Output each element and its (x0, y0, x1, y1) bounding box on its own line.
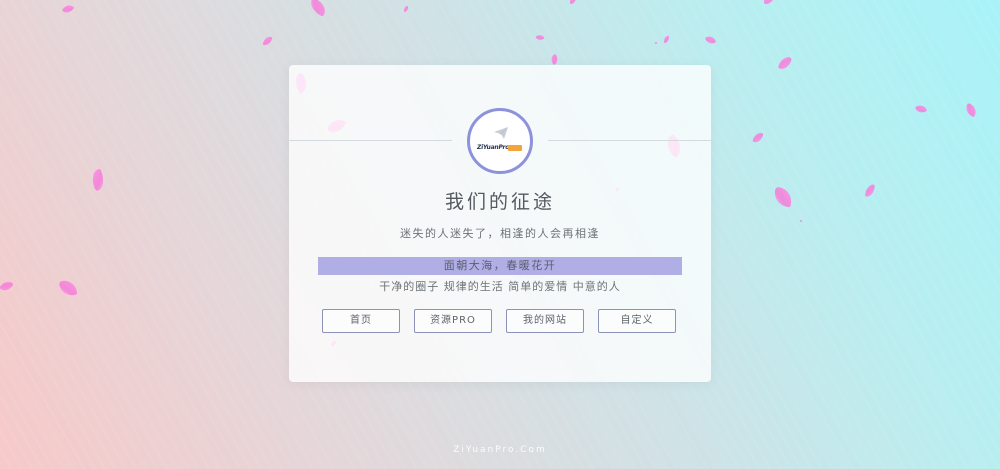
petal-decoration (570, 0, 576, 4)
my-website-button[interactable]: 我的网站 (506, 309, 584, 333)
custom-button[interactable]: 自定义 (598, 309, 676, 333)
intro-card: ZiYuanPro 我们的征途 迷失的人迷失了，相逢的人会再相逢 面朝大海，春暖… (289, 65, 711, 382)
petal-decoration (58, 278, 78, 298)
petal-decoration (262, 35, 273, 47)
highlight-bar: 面朝大海，春暖花开 (318, 257, 682, 275)
divider-right (548, 140, 711, 141)
petal-decoration (914, 103, 928, 115)
petal-decoration (664, 36, 669, 43)
footer-text: ZiYuanPro.Com (453, 445, 547, 455)
petal-decoration (404, 6, 408, 12)
page-subtitle: 迷失的人迷失了，相逢的人会再相逢 (400, 227, 600, 240)
petal-decoration (752, 130, 764, 145)
petal-decoration (704, 34, 717, 46)
divider-left (289, 140, 452, 141)
petal-decoration (772, 186, 794, 208)
home-button[interactable]: 首页 (322, 309, 400, 333)
petal-dot (800, 220, 802, 222)
petal-decoration (61, 2, 75, 16)
petal-decoration (307, 0, 329, 17)
petal-decoration (88, 168, 108, 192)
tagline: 干净的圈子 规律的生活 简单的爱情 中意的人 (379, 280, 621, 293)
petal-decoration (963, 102, 979, 118)
petal-decoration (535, 33, 545, 42)
petal-decoration (549, 53, 560, 66)
logo-badge (508, 145, 522, 151)
logo-text: ZiYuanPro (477, 144, 510, 151)
paper-plane-icon (494, 127, 508, 139)
petal-decoration (777, 54, 793, 72)
page-title: 我们的征途 (444, 191, 555, 213)
petal-decoration (864, 183, 876, 198)
avatar-logo: ZiYuanPro (467, 108, 533, 174)
petal-decoration (764, 0, 774, 4)
petal-decoration (0, 278, 14, 294)
resources-pro-button[interactable]: 资源PRO (414, 309, 492, 333)
petal-dot (655, 42, 657, 44)
